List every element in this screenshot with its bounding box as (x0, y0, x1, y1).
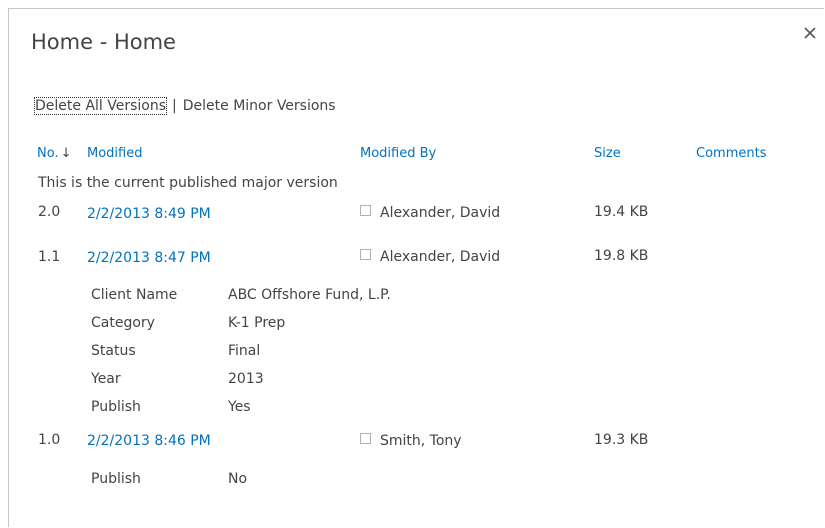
column-header-no-label: No. (37, 146, 59, 161)
version-date-link[interactable]: 2/2/2013 8:46 PM (87, 433, 211, 449)
presence-icon (360, 249, 371, 260)
modified-by-user[interactable]: Smith, Tony (360, 433, 462, 449)
modified-by-user[interactable]: Alexander, David (360, 205, 500, 221)
modified-by-user[interactable]: Alexander, David (360, 249, 500, 265)
property-value: Final (228, 343, 261, 359)
property-label: Year (91, 371, 121, 387)
property-value: 2013 (228, 371, 264, 387)
close-icon[interactable] (800, 23, 820, 43)
version-date-link[interactable]: 2/2/2013 8:49 PM (87, 206, 211, 222)
property-label: Status (91, 343, 136, 359)
column-header-comments[interactable]: Comments (696, 146, 766, 161)
property-label: Publish (91, 399, 141, 415)
property-label: Category (91, 315, 155, 331)
modified-by-name: Alexander, David (380, 249, 501, 265)
version-date-link[interactable]: 2/2/2013 8:47 PM (87, 250, 211, 266)
version-size: 19.3 KB (594, 432, 649, 448)
modified-by-name: Alexander, David (380, 205, 501, 221)
version-size: 19.4 KB (594, 204, 649, 220)
property-label: Client Name (91, 287, 178, 303)
sort-descending-icon: ↓ (60, 146, 72, 161)
version-history-dialog: Home - Home Delete All Versions | Delete M… (8, 8, 824, 527)
column-header-size[interactable]: Size (594, 146, 621, 161)
property-value: No (228, 471, 248, 487)
presence-icon (360, 433, 371, 444)
presence-icon (360, 205, 371, 216)
dialog-title: Home - Home (31, 30, 176, 54)
current-version-note: This is the current published major vers… (38, 175, 338, 191)
version-number: 1.0 (38, 432, 61, 448)
column-header-no[interactable]: No. ↓ (37, 146, 72, 161)
delete-minor-versions-link[interactable]: Delete Minor Versions (183, 98, 336, 114)
modified-by-name: Smith, Tony (380, 433, 462, 449)
property-label: Publish (91, 471, 141, 487)
property-value: ABC Offshore Fund, L.P. (228, 287, 391, 303)
property-value: Yes (228, 399, 251, 415)
actions-separator: | (172, 98, 177, 114)
property-value: K-1 Prep (228, 315, 286, 331)
version-actions: Delete All Versions | Delete Minor Version… (33, 97, 336, 115)
version-size: 19.8 KB (594, 248, 649, 264)
column-header-modified[interactable]: Modified (87, 146, 142, 161)
delete-all-versions-link[interactable]: Delete All Versions (33, 97, 168, 115)
version-number: 1.1 (38, 249, 61, 265)
column-header-modified-by[interactable]: Modified By (360, 146, 436, 161)
version-number: 2.0 (38, 204, 61, 220)
